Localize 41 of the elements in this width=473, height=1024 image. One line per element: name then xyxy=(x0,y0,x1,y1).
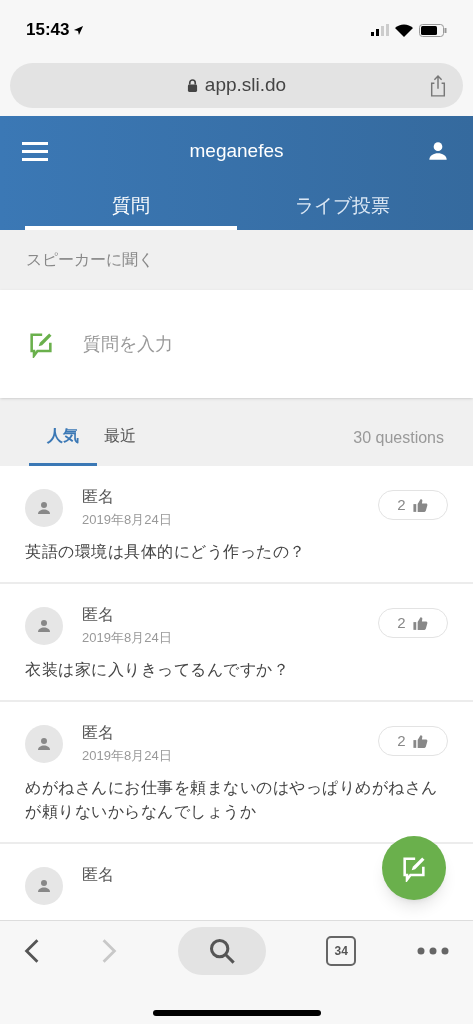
search-button[interactable] xyxy=(177,927,266,975)
lock-icon xyxy=(186,79,198,92)
author-name: 匿名 xyxy=(82,605,114,625)
compose-icon xyxy=(400,854,428,882)
compose-icon xyxy=(27,330,55,358)
back-icon[interactable] xyxy=(24,938,40,964)
question-count: 30 questions xyxy=(353,428,444,448)
status-time: 15:43 xyxy=(26,19,70,42)
search-icon xyxy=(207,937,236,965)
thumbs-up-icon xyxy=(411,732,429,750)
question-date: 2019年8月24日 xyxy=(82,747,172,765)
more-icon[interactable] xyxy=(417,947,449,955)
menu-icon[interactable] xyxy=(22,141,48,161)
url-text: app.sli.do xyxy=(204,73,287,98)
tab[interactable]: ライブ投票 xyxy=(236,186,448,230)
sort-tab[interactable]: 最近 xyxy=(97,424,143,466)
question-date: 2019年8月24日 xyxy=(82,511,172,529)
wifi-icon xyxy=(395,23,413,37)
person-icon xyxy=(35,877,53,895)
question-text: めがねさんにお仕事を頼まないのはやっぱりめがねさんが頼りないからなんでしょうか xyxy=(25,778,439,822)
event-title: meganefes xyxy=(189,138,284,163)
thumbs-up-icon xyxy=(411,496,429,514)
question-text: 英語の環境は具体的にどう作ったの？ xyxy=(25,542,306,562)
person-icon xyxy=(35,499,53,517)
thumbs-up-icon xyxy=(411,614,429,632)
person-icon xyxy=(35,617,53,635)
question-text: 衣装は家に入りきってるんですか？ xyxy=(25,660,289,680)
section-label: スピーカーに聞く xyxy=(26,250,154,270)
tabs-button[interactable]: 34 xyxy=(326,936,357,966)
signal-icon xyxy=(371,24,389,36)
battery-icon xyxy=(419,23,447,37)
input-placeholder: 質問を入力 xyxy=(83,332,173,356)
url-bar[interactable]: app.sli.do xyxy=(10,63,463,108)
author-name: 匿名 xyxy=(82,487,114,507)
question-input[interactable]: 質問を入力 xyxy=(0,290,473,398)
share-icon[interactable] xyxy=(429,74,447,97)
location-arrow-icon xyxy=(73,24,85,36)
question-date: 2019年8月24日 xyxy=(82,629,172,647)
author-name: 匿名 xyxy=(82,723,114,743)
person-icon xyxy=(35,735,53,753)
author-name: 匿名 xyxy=(82,865,114,885)
